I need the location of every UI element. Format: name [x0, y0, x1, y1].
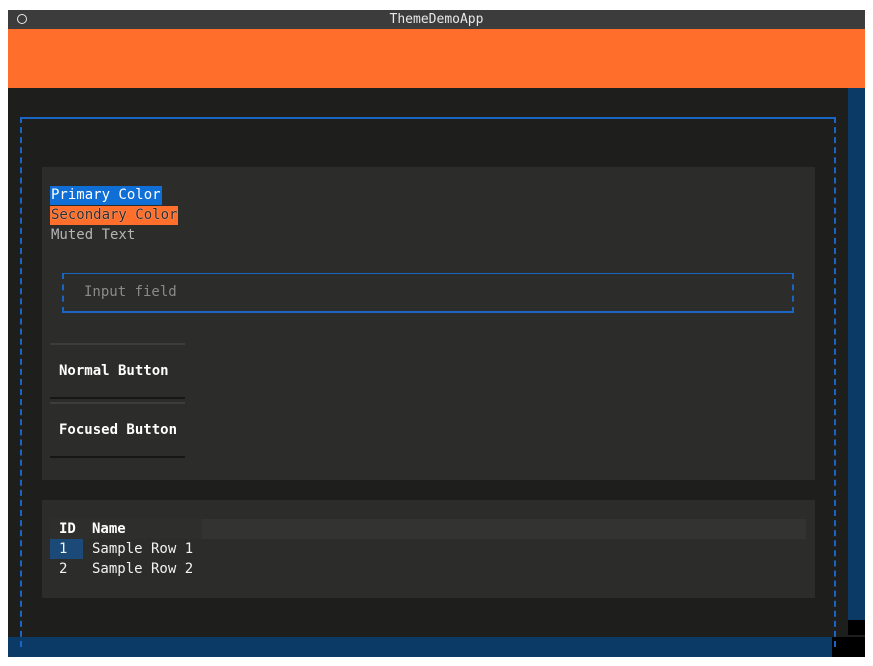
focused-button[interactable]: Focused Button [50, 402, 185, 458]
window-title: ThemeDemoApp [389, 12, 484, 27]
input-field[interactable]: Input field [62, 273, 794, 313]
table-cell-name[interactable]: Sample Row 2 [92, 559, 193, 579]
title-bar: ThemeDemoApp [8, 10, 865, 29]
secondary-color-label: Secondary Color [50, 206, 179, 225]
app-window: ThemeDemoApp Primary Color Secondary Col… [8, 10, 865, 657]
app-header [8, 29, 865, 88]
table-cell-name[interactable]: Sample Row 1 [92, 539, 193, 559]
table-cell-id[interactable]: 1 [59, 539, 67, 559]
circle-icon[interactable] [17, 14, 27, 24]
column-header-id[interactable]: ID [59, 519, 76, 539]
footer-corner [832, 637, 865, 657]
normal-button[interactable]: Normal Button [50, 343, 185, 399]
scrollbar-corner [848, 620, 865, 635]
table-cell-id[interactable]: 2 [59, 559, 67, 579]
primary-color-label: Primary Color [50, 186, 162, 205]
column-header-name[interactable]: Name [92, 519, 126, 539]
vertical-scrollbar[interactable] [848, 88, 865, 620]
muted-text-label: Muted Text [51, 227, 136, 243]
